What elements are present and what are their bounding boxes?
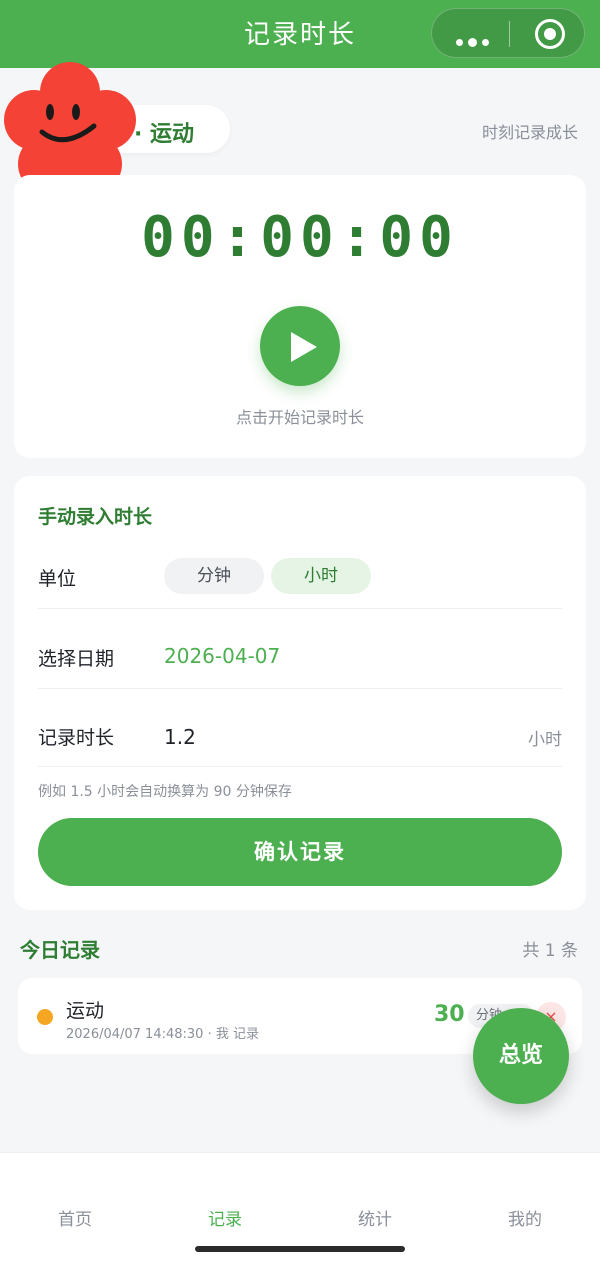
mini-program-capsule (431, 8, 585, 58)
duration-label: 记录时长 (38, 727, 115, 749)
close-target-icon[interactable] (535, 19, 565, 49)
divider (38, 608, 562, 609)
tab-me[interactable]: 我的 (485, 1205, 565, 1230)
tab-stats[interactable]: 统计 (335, 1205, 415, 1230)
timer-card: 00:00:00 点击开始记录时长 (14, 175, 586, 458)
timer-hint: 点击开始记录时长 (235, 408, 364, 427)
timer-display: 00:00:00 (141, 205, 459, 270)
today-records-count: 共 1 条 (522, 941, 578, 961)
record-meta: 2026/04/07 14:48:30 · 我 记录 (66, 1027, 259, 1042)
date-picker[interactable]: 2026-04-07 (164, 644, 280, 668)
conversion-tip: 例如 1.5 小时会自动换算为 90 分钟保存 (38, 784, 292, 800)
duration-input[interactable] (164, 720, 464, 754)
date-label: 选择日期 (38, 648, 115, 670)
top-bar: 记录时长 (0, 0, 600, 68)
more-icon[interactable] (456, 31, 494, 50)
duration-unit: 小时 (528, 730, 562, 750)
category-chip-label: · 运动 (134, 122, 195, 147)
manual-entry-title: 手动录入时长 (38, 506, 153, 528)
today-records-title: 今日记录 (20, 938, 100, 962)
home-indicator (195, 1246, 405, 1252)
category-dot (37, 1009, 53, 1025)
start-timer-button[interactable] (260, 306, 340, 386)
tab-record[interactable]: 记录 (185, 1205, 265, 1230)
confirm-record-button[interactable]: 确认记录 (38, 818, 562, 886)
overview-fab-button[interactable]: 总览 (473, 1008, 569, 1104)
divider (38, 766, 562, 767)
record-name: 运动 (66, 1000, 105, 1022)
tab-home[interactable]: 首页 (35, 1205, 115, 1230)
unit-option-hour[interactable]: 小时 (271, 558, 371, 594)
capsule-divider (509, 21, 510, 47)
unit-option-minute[interactable]: 分钟 (164, 558, 264, 594)
record-value: 30 (434, 1002, 465, 1027)
slogan-text: 时刻记录成长 (481, 123, 578, 142)
play-icon (291, 332, 317, 362)
divider (38, 688, 562, 689)
manual-entry-card: 手动录入时长 单位 分钟 小时 选择日期 2026-04-07 记录时长 小时 … (14, 476, 586, 910)
unit-label: 单位 (38, 568, 77, 590)
